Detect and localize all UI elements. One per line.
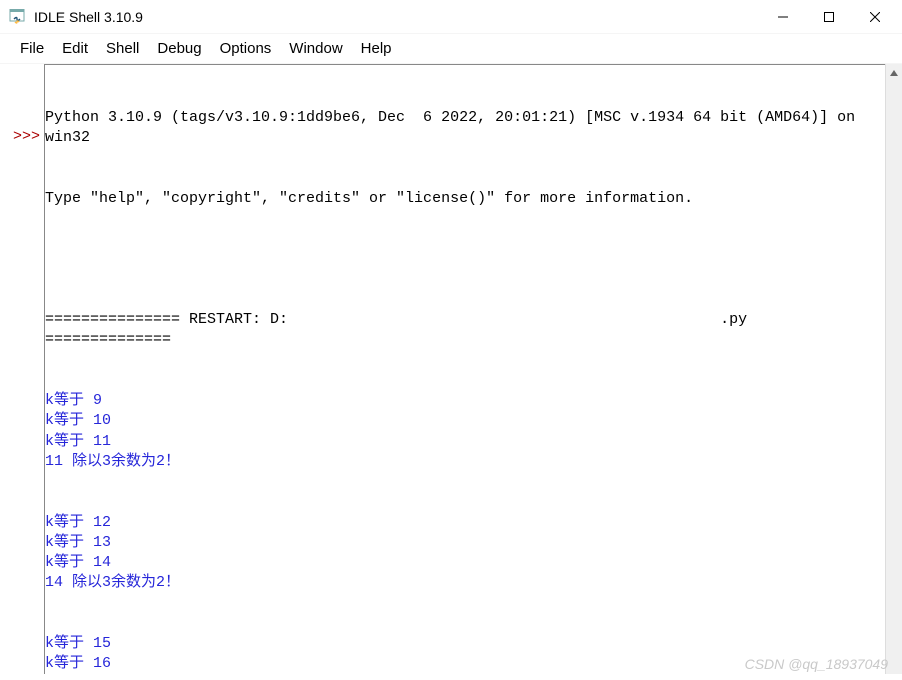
menu-edit[interactable]: Edit	[54, 38, 96, 59]
vertical-scrollbar[interactable]	[885, 64, 902, 674]
menu-file[interactable]: File	[12, 38, 52, 59]
output-line: k等于 11	[45, 432, 881, 452]
window-title: IDLE Shell 3.10.9	[34, 9, 760, 25]
menu-window[interactable]: Window	[281, 38, 350, 59]
app-icon	[8, 8, 26, 26]
window-controls	[760, 1, 898, 33]
menu-shell[interactable]: Shell	[98, 38, 147, 59]
output-line	[45, 472, 881, 492]
python-version-line: Python 3.10.9 (tags/v3.10.9:1dd9be6, Dec…	[45, 108, 881, 149]
menu-help[interactable]: Help	[353, 38, 400, 59]
gutter: >>>	[0, 64, 44, 674]
output-line: k等于 13	[45, 533, 881, 553]
menu-debug[interactable]: Debug	[149, 38, 209, 59]
shell-content[interactable]: Python 3.10.9 (tags/v3.10.9:1dd9be6, Dec…	[44, 64, 885, 674]
menu-options[interactable]: Options	[212, 38, 280, 59]
close-button[interactable]	[852, 1, 898, 33]
output-line: k等于 16	[45, 654, 881, 674]
output-line: k等于 12	[45, 513, 881, 533]
output-line	[45, 594, 881, 614]
shell-area: >>> Python 3.10.9 (tags/v3.10.9:1dd9be6,…	[0, 64, 902, 674]
output-line	[45, 492, 881, 512]
output-line: 11 除以3余数为2！	[45, 452, 881, 472]
output-line: k等于 10	[45, 411, 881, 431]
output-line: k等于 15	[45, 634, 881, 654]
restart-line: =============== RESTART: D: .py ========…	[45, 310, 881, 351]
help-hint-line: Type "help", "copyright", "credits" or "…	[45, 189, 881, 209]
scroll-up-arrow-icon[interactable]	[886, 64, 902, 81]
minimize-button[interactable]	[760, 1, 806, 33]
prompt-indicator: >>>	[0, 127, 40, 147]
titlebar: IDLE Shell 3.10.9	[0, 0, 902, 34]
output-line: k等于 14	[45, 553, 881, 573]
output-line: 14 除以3余数为2！	[45, 573, 881, 593]
output-line: k等于 9	[45, 391, 881, 411]
output-line	[45, 614, 881, 634]
maximize-button[interactable]	[806, 1, 852, 33]
menubar: File Edit Shell Debug Options Window Hel…	[0, 34, 902, 64]
